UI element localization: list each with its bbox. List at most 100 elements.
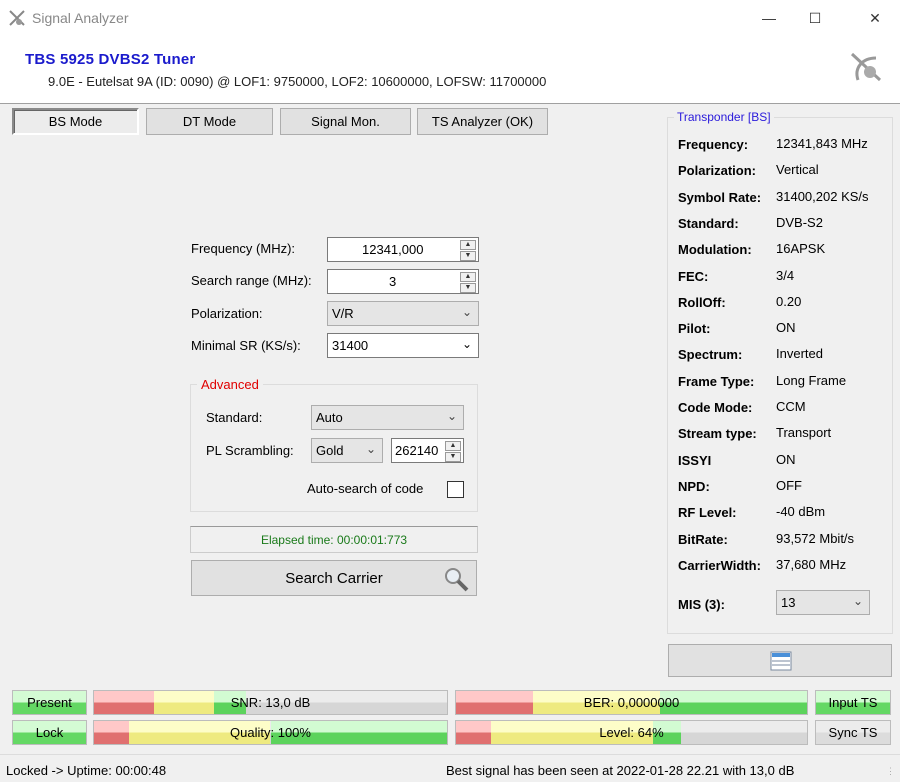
transponder-label: RF Level: — [678, 505, 737, 521]
search-carrier-button[interactable]: Search Carrier — [191, 560, 477, 596]
transponder-value: Transport — [776, 425, 832, 441]
standard-value: Auto — [316, 410, 343, 425]
transponder-label: NPD: — [678, 478, 710, 494]
transponder-value: ON — [776, 320, 796, 336]
transponder-value: 16APSK — [776, 241, 826, 257]
transponder-label: CarrierWidth: — [678, 557, 761, 573]
level-bar: Level: 64% — [455, 720, 808, 745]
transponder-value: 12341,843 MHz — [776, 136, 868, 151]
window-title: Signal Analyzer — [32, 10, 129, 26]
transponder-label: Standard: — [678, 215, 739, 231]
pl-scrambling-value: 262140 — [395, 443, 439, 458]
pl-scrambling-mode: Gold — [316, 443, 344, 458]
transponder-value: DVB-S2 — [776, 214, 823, 230]
transponder-value: Long Frame — [776, 372, 847, 388]
resize-grip-icon[interactable]: ⋮ — [886, 766, 895, 777]
status-uptime: Locked -> Uptime: 00:00:48 — [6, 763, 167, 778]
polarization-select[interactable]: V/R ⌄ — [327, 301, 479, 326]
frequency-spinner[interactable]: ▲ ▼ — [460, 240, 476, 261]
status-divider — [0, 754, 900, 755]
minimal-sr-combo[interactable]: 31400 ⌄ — [327, 333, 479, 358]
search-range-value: 3 — [389, 274, 397, 289]
input-ts-indicator: Input TS — [815, 690, 891, 715]
tab-dt-mode[interactable]: DT Mode — [146, 108, 273, 135]
mis-value: 13 — [781, 595, 796, 610]
title-bar: Signal Analyzer — ☐ ✕ — [0, 0, 900, 36]
transponder-label: FEC: — [678, 268, 709, 284]
search-range-input[interactable]: 3 ▲ ▼ — [327, 269, 479, 294]
minimal-sr-value: 31400 — [332, 338, 369, 353]
chevron-down-icon: ⌄ — [461, 337, 472, 351]
transponder-title: Transponder [BS] — [674, 110, 774, 124]
transponder-value: CCM — [776, 399, 806, 414]
close-button[interactable]: ✕ — [852, 0, 898, 36]
transponder-label: RollOff: — [678, 294, 726, 310]
search-carrier-label: Search Carrier — [285, 569, 383, 587]
transponder-value: Inverted — [776, 346, 823, 362]
chevron-down-icon: ⌄ — [446, 409, 457, 423]
frequency-label: Frequency (MHz): — [191, 241, 296, 256]
minimal-sr-label: Minimal SR (KS/s): — [191, 338, 301, 353]
transponder-label: Spectrum: — [678, 347, 743, 363]
standard-label: Standard: — [206, 410, 263, 425]
app-icon — [9, 10, 25, 26]
transponder-value: Vertical — [776, 162, 819, 178]
transponder-label: Stream type: — [678, 426, 757, 442]
advanced-title: Advanced — [197, 377, 263, 392]
tab-signal-mon[interactable]: Signal Mon. — [280, 108, 411, 135]
quality-label: Quality: 100% — [230, 725, 311, 740]
snr-label: SNR: 13,0 dB — [230, 695, 311, 710]
mis-select[interactable]: 13 ⌄ — [776, 590, 870, 615]
tab-ts-analyzer[interactable]: TS Analyzer (OK) — [417, 108, 548, 135]
header: TBS 5925 DVBS2 Tuner 9.0E - Eutelsat 9A … — [0, 36, 900, 104]
ber-label: BER: 0,0000000 — [583, 695, 680, 710]
search-range-spinner[interactable]: ▲ ▼ — [460, 272, 476, 293]
quality-bar: Quality: 100% — [93, 720, 448, 745]
transponder-value: ON — [776, 451, 796, 467]
chevron-down-icon: ⌄ — [852, 594, 863, 608]
auto-search-label: Auto-search of code — [307, 481, 424, 496]
level-label: Level: 64% — [599, 725, 664, 740]
transponder-value: OFF — [776, 477, 802, 493]
transponder-value: 31400,202 KS/s — [776, 188, 869, 204]
transponder-label: Modulation: — [678, 242, 752, 258]
tuner-name: TBS 5925 DVBS2 Tuner — [25, 51, 196, 68]
snr-bar: SNR: 13,0 dB — [93, 690, 448, 715]
elapsed-time: Elapsed time: 00:00:01:773 — [190, 526, 478, 553]
pl-scrambling-label: PL Scrambling: — [206, 443, 294, 458]
transponder-label: ISSYI — [678, 452, 712, 468]
search-range-label: Search range (MHz): — [191, 273, 312, 288]
magnifier-icon — [445, 568, 469, 592]
sync-ts-indicator: Sync TS — [815, 720, 891, 745]
present-indicator: Present — [12, 690, 87, 715]
transponder-label: Symbol Rate: — [678, 189, 762, 205]
transponder-value: -40 dBm — [776, 504, 826, 520]
maximize-button[interactable]: ☐ — [792, 0, 838, 36]
transponder-value: 0.20 — [776, 293, 802, 309]
chevron-down-icon: ⌄ — [461, 305, 472, 319]
transponder-label: Frequency: — [678, 137, 749, 152]
list-icon — [770, 651, 792, 671]
transponder-label: Polarization: — [678, 163, 757, 179]
list-view-button[interactable] — [668, 644, 892, 677]
status-best-signal: Best signal has been seen at 2022-01-28 … — [446, 763, 795, 778]
chevron-down-icon: ⌄ — [365, 442, 376, 456]
satellite-dish-icon — [850, 52, 882, 82]
frequency-input[interactable]: 12341,000 ▲ ▼ — [327, 237, 479, 262]
polarization-label: Polarization: — [191, 306, 263, 321]
tab-bs-mode[interactable]: BS Mode — [12, 108, 139, 135]
auto-search-checkbox[interactable] — [447, 481, 464, 498]
transponder-value: 37,680 MHz — [776, 556, 847, 572]
standard-select[interactable]: Auto ⌄ — [311, 405, 464, 430]
minimize-button[interactable]: — — [746, 0, 792, 36]
transponder-value: 3/4 — [776, 267, 795, 283]
mis-label: MIS (3): — [678, 597, 725, 612]
lock-indicator: Lock — [12, 720, 87, 745]
polarization-value: V/R — [332, 306, 354, 321]
pl-scrambling-spinner[interactable]: ▲ ▼ — [445, 441, 461, 462]
satellite-info: 9.0E - Eutelsat 9A (ID: 0090) @ LOF1: 97… — [48, 74, 547, 89]
pl-scrambling-input[interactable]: 262140 ▲ ▼ — [391, 438, 464, 463]
pl-scrambling-mode-select[interactable]: Gold ⌄ — [311, 438, 383, 463]
transponder-value: 93,572 Mbit/s — [776, 530, 855, 546]
transponder-label: Code Mode: — [678, 400, 753, 415]
